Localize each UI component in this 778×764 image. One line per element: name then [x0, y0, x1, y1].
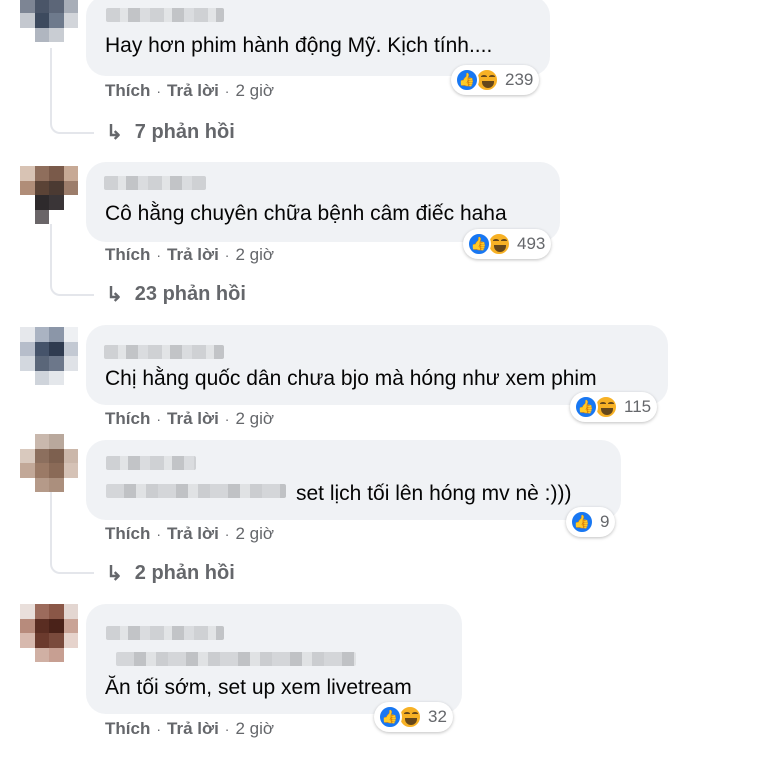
comment-actions: Thích · Trả lời · 2 giờ — [105, 524, 275, 544]
reply-link[interactable]: Trả lời — [167, 245, 219, 265]
blurred-author-name[interactable] — [106, 456, 196, 470]
comment-timestamp[interactable]: 2 giờ — [235, 524, 274, 544]
replies-count-label: 23 phản hồi — [134, 283, 246, 305]
avatar[interactable] — [20, 604, 78, 662]
like-link[interactable]: Thích — [105, 81, 150, 101]
comment-actions: Thích · Trả lời · 2 giờ — [105, 409, 275, 429]
comment-text: set lịch tối lên hóng mv nè :))) — [296, 482, 572, 505]
comment-actions: Thích · Trả lời · 2 giờ — [105, 719, 275, 739]
comment-text: Cô hằng chuyên chữa bệnh câm điếc haha — [105, 202, 507, 225]
avatar[interactable] — [20, 434, 78, 492]
reaction-count: 9 — [600, 512, 610, 531]
reply-link[interactable]: Trả lời — [167, 81, 219, 101]
blurred-author-name[interactable] — [104, 176, 206, 190]
reply-link[interactable]: Trả lời — [167, 409, 219, 429]
reaction-summary[interactable]: 👍 493 — [463, 229, 552, 259]
comment-timestamp[interactable]: 2 giờ — [235, 719, 274, 739]
comment-actions: Thích · Trả lời · 2 giờ — [105, 81, 275, 101]
replies-count-label: 7 phản hồi — [134, 121, 235, 143]
thumbs-up-icon: 👍 — [570, 510, 594, 534]
view-replies-button[interactable]: ↳ 23 phản hồi — [106, 282, 246, 307]
reaction-summary[interactable]: 👍 9 — [566, 507, 616, 537]
blurred-author-name[interactable] — [106, 626, 224, 640]
comment-timestamp[interactable]: 2 giờ — [235, 81, 274, 101]
avatar[interactable] — [20, 0, 78, 42]
thumbs-up-icon: 👍 — [574, 395, 598, 419]
reaction-count: 32 — [428, 707, 447, 726]
reaction-count: 239 — [505, 70, 534, 89]
reaction-summary[interactable]: 👍 32 — [374, 702, 453, 732]
reply-link[interactable]: Trả lời — [167, 719, 219, 739]
reaction-count: 493 — [517, 234, 546, 253]
like-link[interactable]: Thích — [105, 719, 150, 739]
view-replies-button[interactable]: ↳ 2 phản hồi — [106, 561, 235, 586]
view-replies-button[interactable]: ↳ 7 phản hồi — [106, 120, 235, 145]
thumbs-up-icon: 👍 — [455, 68, 479, 92]
replies-count-label: 2 phản hồi — [134, 562, 235, 584]
blurred-author-name[interactable] — [106, 8, 224, 22]
reply-arrow-icon: ↳ — [106, 284, 123, 306]
blurred-author-name[interactable] — [104, 345, 224, 359]
like-link[interactable]: Thích — [105, 524, 150, 544]
avatar[interactable] — [20, 327, 78, 385]
reaction-count: 115 — [624, 397, 652, 416]
thumbs-up-icon: 👍 — [378, 705, 402, 729]
comment-text: Ăn tối sớm, set up xem livetream — [105, 676, 412, 699]
comment-bubble: Ăn tối sớm, set up xem livetream — [86, 604, 462, 714]
comment-timestamp[interactable]: 2 giờ — [235, 245, 274, 265]
blurred-author-name[interactable] — [106, 484, 286, 498]
reply-arrow-icon: ↳ — [106, 122, 123, 144]
comment-actions: Thích · Trả lời · 2 giờ — [105, 245, 275, 265]
blurred-author-name[interactable] — [116, 652, 356, 666]
comment-timestamp[interactable]: 2 giờ — [235, 409, 274, 429]
avatar[interactable] — [20, 166, 78, 224]
comment-text: Chị hằng quốc dân chưa bjo mà hóng như x… — [105, 367, 597, 390]
reply-arrow-icon: ↳ — [106, 563, 123, 585]
reaction-summary[interactable]: 👍 115 — [570, 392, 658, 422]
reaction-summary[interactable]: 👍 239 — [451, 65, 540, 95]
like-link[interactable]: Thích — [105, 245, 150, 265]
comment-text: Hay hơn phim hành động Mỹ. Kịch tính.... — [105, 34, 493, 57]
comment-bubble: set lịch tối lên hóng mv nè :))) — [86, 440, 621, 520]
thumbs-up-icon: 👍 — [467, 232, 491, 256]
reply-link[interactable]: Trả lời — [167, 524, 219, 544]
like-link[interactable]: Thích — [105, 409, 150, 429]
